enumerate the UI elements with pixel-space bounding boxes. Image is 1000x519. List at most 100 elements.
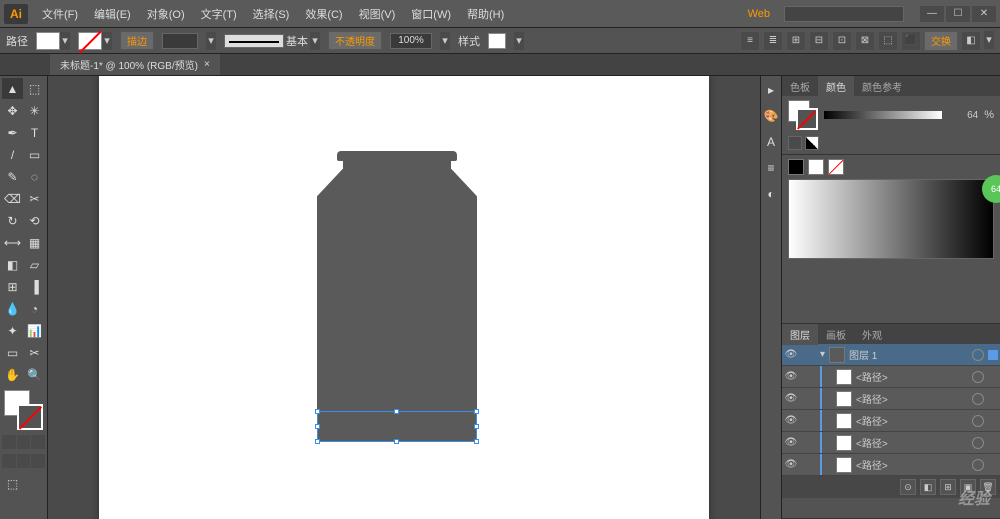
none-color-icon[interactable] <box>788 136 802 150</box>
path-name[interactable]: <路径> <box>856 413 968 428</box>
pen-tool[interactable]: ✒ <box>2 122 23 143</box>
canvas[interactable] <box>48 76 760 519</box>
style-dropdown[interactable]: ▾ <box>514 32 524 50</box>
width-tool[interactable]: ⟷ <box>2 232 23 253</box>
expand-panels-icon[interactable]: ▸ <box>763 82 779 98</box>
menu-effect[interactable]: 效果(C) <box>299 2 348 26</box>
layer-row[interactable]: 👁 <路径> <box>782 410 1000 432</box>
artboard[interactable] <box>99 76 709 519</box>
isolate-icon[interactable]: ◧ <box>961 31 981 51</box>
visibility-toggle[interactable]: 👁 <box>784 371 798 382</box>
target-icon[interactable] <box>972 371 984 383</box>
swatches-tab[interactable]: 色板 <box>782 76 818 97</box>
stroke-weight-input[interactable] <box>162 33 198 49</box>
target-icon[interactable] <box>972 349 984 361</box>
menu-file[interactable]: 文件(F) <box>36 2 84 26</box>
shape-neck[interactable] <box>343 161 451 169</box>
target-icon[interactable] <box>972 459 984 471</box>
menu-view[interactable]: 视图(V) <box>353 2 402 26</box>
slice-tool[interactable]: ✂ <box>24 342 45 363</box>
rotate-tool[interactable]: ↻ <box>2 210 23 231</box>
type-panel-icon[interactable]: A <box>763 134 779 150</box>
target-icon[interactable] <box>972 437 984 449</box>
gradient-black-stop[interactable] <box>788 159 804 175</box>
minimize-button[interactable]: — <box>920 6 944 22</box>
magic-wand-tool[interactable]: ✥ <box>2 100 23 121</box>
selection-tool[interactable]: ▲ <box>2 78 23 99</box>
type-tool[interactable]: T <box>24 122 45 143</box>
gradient-panel-icon[interactable]: ◐ <box>763 186 779 202</box>
stroke-panel-icon[interactable]: ≡ <box>763 160 779 176</box>
color-slider[interactable] <box>824 111 942 119</box>
layer-row[interactable]: 👁 <路径> <box>782 432 1000 454</box>
paintbrush-tool[interactable]: ✎ <box>2 166 23 187</box>
menu-type[interactable]: 文字(T) <box>195 2 243 26</box>
gradient-ramp[interactable] <box>788 179 994 259</box>
handle-bm[interactable] <box>394 439 399 444</box>
pencil-tool[interactable]: ◌ <box>24 166 45 187</box>
color-panel-icon[interactable]: 🎨 <box>763 108 779 124</box>
stroke-profile[interactable] <box>224 34 284 48</box>
handle-ml[interactable] <box>315 424 320 429</box>
eyedropper-tool[interactable]: 💧 <box>2 298 23 319</box>
gradient-tool[interactable]: ▐ <box>24 276 45 297</box>
target-icon[interactable] <box>972 415 984 427</box>
align-icon-2[interactable]: ≣ <box>763 31 783 51</box>
path-name[interactable]: <路径> <box>856 369 968 384</box>
align-icon-4[interactable]: ⊟ <box>809 31 829 51</box>
fill-swatch[interactable] <box>36 32 60 50</box>
visibility-toggle[interactable]: 👁 <box>784 459 798 470</box>
shape-builder-tool[interactable]: ◧ <box>2 254 23 275</box>
free-transform-tool[interactable]: ▦ <box>24 232 45 253</box>
draw-behind-icon[interactable] <box>17 454 31 468</box>
gradient-white-stop[interactable] <box>808 159 824 175</box>
artboards-tab[interactable]: 画板 <box>818 324 854 345</box>
stroke-profile-dropdown[interactable]: ▾ <box>310 32 320 50</box>
path-name[interactable]: <路径> <box>856 391 968 406</box>
opacity-dropdown[interactable]: ▾ <box>440 32 450 50</box>
visibility-toggle[interactable]: 👁 <box>784 349 798 360</box>
target-icon[interactable] <box>972 393 984 405</box>
stroke-weight-dropdown[interactable]: ▾ <box>206 32 216 50</box>
gradient-mode-icon[interactable] <box>17 435 31 449</box>
scale-tool[interactable]: ⟲ <box>24 210 45 231</box>
align-icon-5[interactable]: ⊡ <box>832 31 852 51</box>
document-tab[interactable]: 未标题-1* @ 100% (RGB/预览) × <box>50 54 220 75</box>
stroke-color-indicator[interactable] <box>17 404 43 430</box>
search-input[interactable] <box>784 6 904 22</box>
fill-stroke-indicator[interactable] <box>4 390 43 430</box>
gradient-none-icon[interactable] <box>828 159 844 175</box>
line-tool[interactable]: / <box>2 144 23 165</box>
lasso-tool[interactable]: ✳ <box>24 100 45 121</box>
layer-row[interactable]: 👁 <路径> <box>782 366 1000 388</box>
workspace-switcher[interactable]: Web <box>742 6 776 22</box>
none-mode-icon[interactable] <box>31 435 45 449</box>
path-name[interactable]: <路径> <box>856 435 968 450</box>
align-icon-3[interactable]: ⊞ <box>786 31 806 51</box>
panel-stroke-swatch[interactable] <box>796 108 818 130</box>
path-name[interactable]: <路径> <box>856 457 968 472</box>
swap-button[interactable]: 交换 <box>924 31 958 51</box>
opacity-input[interactable] <box>390 33 432 49</box>
close-button[interactable]: ✕ <box>972 6 996 22</box>
artboard-tool[interactable]: ▭ <box>2 342 23 363</box>
rectangle-tool[interactable]: ▭ <box>24 144 45 165</box>
direct-selection-tool[interactable]: ⬚ <box>24 78 45 99</box>
stroke-label[interactable]: 描边 <box>120 31 154 50</box>
new-sublayer-icon[interactable]: ⊞ <box>940 479 956 495</box>
align-icon-6[interactable]: ⊠ <box>855 31 875 51</box>
screen-mode-icon[interactable]: ⬚ <box>2 473 23 494</box>
more-dropdown[interactable]: ▾ <box>984 31 994 49</box>
layers-tab[interactable]: 图层 <box>782 324 818 345</box>
handle-mr[interactable] <box>474 424 479 429</box>
expand-arrow-icon[interactable]: ▾ <box>820 349 825 360</box>
blend-tool[interactable]: ◔ <box>24 298 45 319</box>
graph-tool[interactable]: 📊 <box>24 320 45 341</box>
menu-select[interactable]: 选择(S) <box>247 2 296 26</box>
shape-body[interactable] <box>317 169 477 442</box>
align-icon[interactable]: ≡ <box>740 31 760 51</box>
menu-help[interactable]: 帮助(H) <box>461 2 510 26</box>
transform-icon[interactable]: ⬚ <box>878 31 898 51</box>
fill-dropdown[interactable]: ▾ <box>60 32 70 50</box>
symbol-sprayer-tool[interactable]: ✦ <box>2 320 23 341</box>
